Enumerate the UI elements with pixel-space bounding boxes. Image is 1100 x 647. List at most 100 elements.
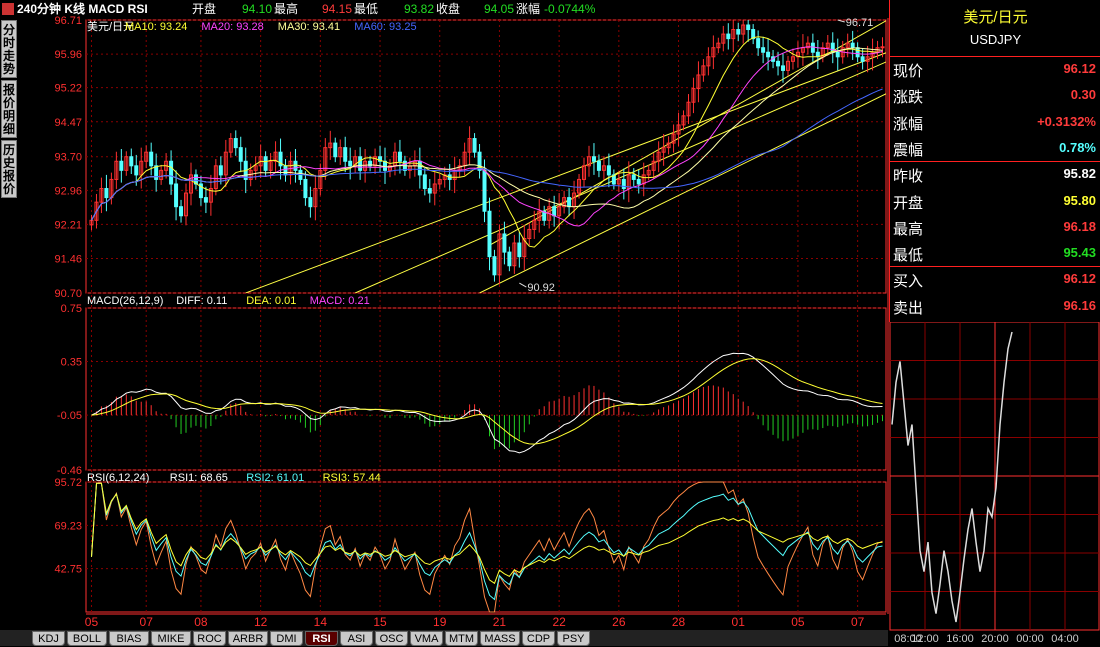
- candle: [661, 134, 666, 166]
- price-annotation: 90.92: [527, 282, 555, 294]
- macd-legend-item: MACD(26,12,9): [87, 295, 163, 307]
- x-tick-label: 22: [552, 615, 566, 629]
- tab-mass[interactable]: MASS: [480, 631, 520, 646]
- main-chart[interactable]: 96.71 95.96 95.22 94.47 93.70 92.96 92.21 91.46…: [0, 0, 889, 630]
- quote-value: 0.30: [1070, 87, 1096, 103]
- ma20-line: [91, 46, 883, 227]
- candle: [99, 177, 104, 214]
- candle: [89, 214, 94, 231]
- tab-dmi[interactable]: DMI: [270, 631, 303, 646]
- tab-bias[interactable]: BIAS: [109, 631, 149, 646]
- price-annotation: 96.71: [846, 17, 874, 29]
- tab-roc[interactable]: ROC: [193, 631, 226, 646]
- tab-boll[interactable]: BOLL: [67, 631, 107, 646]
- candle: [586, 145, 591, 177]
- quote-value: 96.12: [1063, 271, 1096, 287]
- candle: [562, 190, 567, 214]
- quote-value: 95.80: [1063, 192, 1096, 208]
- quote-value: 0.78%: [1059, 139, 1096, 155]
- x-tick-label: 01: [732, 615, 746, 629]
- candle: [477, 144, 482, 179]
- candle: [790, 48, 795, 70]
- x-tick-label: 19: [433, 615, 447, 629]
- quote-label: 最高: [893, 220, 924, 238]
- candle: [512, 234, 517, 274]
- tab-cdp[interactable]: CDP: [522, 631, 555, 646]
- candle: [373, 148, 378, 174]
- rsi2-line: [91, 482, 883, 601]
- candle: [353, 149, 358, 173]
- quote-row: 买入 96.12: [890, 268, 1100, 290]
- tab-rsi[interactable]: RSI: [305, 631, 338, 646]
- candle: [497, 224, 502, 285]
- price-tick-label: 90.70: [54, 288, 82, 300]
- candle: [527, 222, 532, 246]
- tab-kdj[interactable]: KDJ: [32, 631, 65, 646]
- candle: [363, 149, 368, 183]
- price-tick-label: 95.22: [54, 83, 82, 95]
- candle: [218, 156, 223, 185]
- quote-value: 96.12: [1063, 61, 1096, 76]
- candle: [139, 147, 144, 189]
- candle: [830, 32, 835, 64]
- candle: [333, 137, 338, 163]
- candle: [671, 124, 676, 153]
- candle: [348, 147, 353, 180]
- candle: [472, 133, 477, 158]
- candle: [417, 147, 422, 189]
- macd-tick-label: -0.46: [57, 465, 82, 477]
- rsi-legend-item: RSI(6,12,24): [87, 472, 149, 484]
- candle: [198, 175, 203, 206]
- candle: [328, 130, 333, 160]
- quote-label: 涨跌: [893, 89, 924, 107]
- candle: [283, 158, 288, 182]
- candle: [149, 142, 154, 176]
- tab-mtm[interactable]: MTM: [445, 631, 478, 646]
- macd-tick-label: 0.35: [61, 357, 82, 369]
- quote-row: 最低 95.43: [890, 242, 1100, 264]
- candle: [865, 45, 870, 73]
- quote-row: 开盘 95.80: [890, 190, 1100, 212]
- quote-row: 昨收 95.82: [890, 163, 1100, 185]
- x-tick-label: 05: [791, 615, 805, 629]
- tab-mike[interactable]: MIKE: [151, 631, 191, 646]
- price-tick-label: 96.71: [54, 15, 82, 27]
- candle: [522, 224, 527, 271]
- candle: [507, 246, 512, 272]
- price-legend-item: MA30: 93.41: [278, 21, 340, 33]
- candle: [542, 205, 547, 226]
- tab-vma[interactable]: VMA: [410, 631, 443, 646]
- macd-tick-label: -0.05: [57, 410, 82, 422]
- candle: [159, 164, 164, 185]
- candle: [338, 139, 343, 165]
- x-tick-label: 05: [85, 615, 99, 629]
- tab-arbr[interactable]: ARBR: [228, 631, 268, 646]
- x-tick-label: 26: [612, 615, 626, 629]
- price-tick-label: 93.70: [54, 152, 82, 164]
- candle: [452, 156, 457, 194]
- tab-osc[interactable]: OSC: [375, 631, 408, 646]
- x-tick-label: 08: [194, 615, 208, 629]
- candle: [731, 20, 736, 53]
- price-tick-label: 94.47: [54, 117, 82, 129]
- candle: [188, 162, 193, 206]
- quote-row: 最高 96.18: [890, 216, 1100, 238]
- rsi-tick-label: 42.75: [54, 564, 82, 576]
- candle: [701, 59, 706, 82]
- macd-tick-label: 0.75: [61, 303, 82, 315]
- instrument-name: 美元/日元: [963, 9, 1028, 26]
- candle: [696, 61, 701, 103]
- tab-psy[interactable]: PSY: [557, 631, 590, 646]
- candle: [666, 136, 671, 155]
- candle: [751, 24, 756, 45]
- candle: [855, 42, 860, 63]
- candle: [437, 173, 442, 190]
- price-tick-label: 95.96: [54, 49, 82, 61]
- x-tick-label: 28: [672, 615, 686, 629]
- candle: [691, 77, 696, 114]
- mini-x-tick-label: 12:00: [911, 633, 939, 645]
- intraday-mini-chart[interactable]: 08:0012:00 16:00 20:00 00:00 04:00: [889, 322, 1100, 646]
- tab-asi[interactable]: ASI: [340, 631, 373, 646]
- quote-label: 现价: [893, 63, 924, 80]
- candle: [313, 174, 318, 221]
